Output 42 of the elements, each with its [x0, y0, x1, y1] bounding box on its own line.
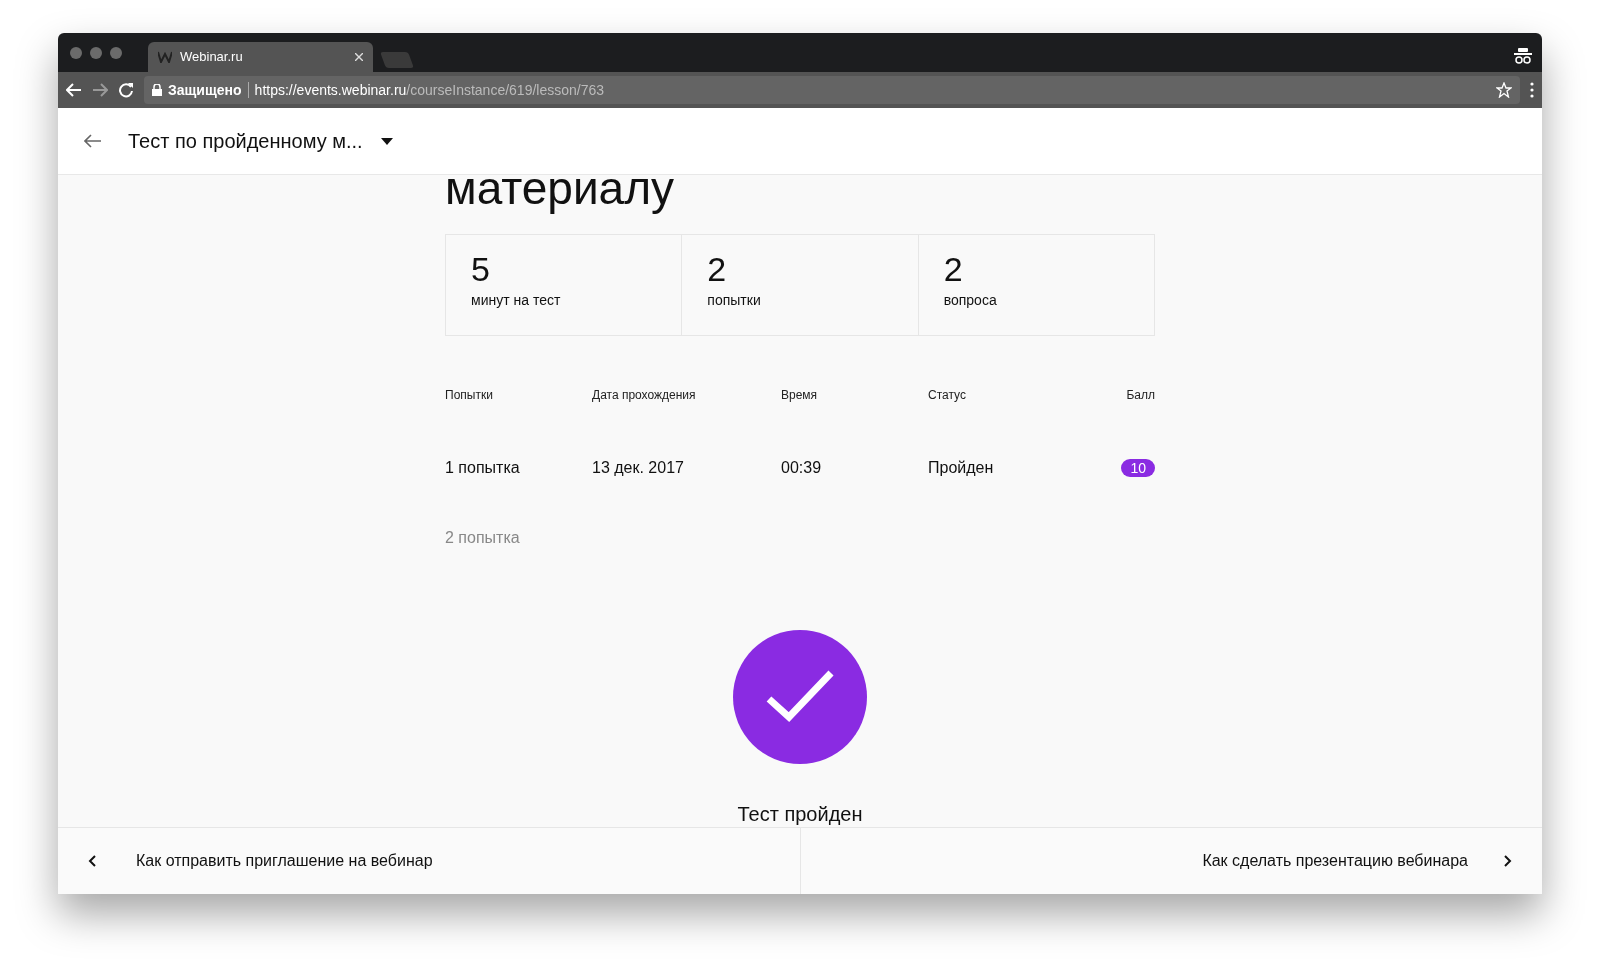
back-arrow-icon[interactable]: [84, 134, 102, 148]
browser-tab[interactable]: Webinar.ru: [148, 42, 373, 72]
back-icon[interactable]: [66, 83, 82, 97]
window-control-icon[interactable]: [70, 46, 82, 59]
column-header: Статус: [928, 388, 966, 403]
incognito-icon: [1514, 48, 1532, 64]
stat-value: 5: [471, 249, 491, 290]
table-cell: Пройден: [928, 459, 994, 477]
page-title: материалу: [445, 175, 676, 216]
stat-label: вопроса: [943, 291, 998, 310]
site-icon: [158, 51, 172, 63]
forward-icon[interactable]: [92, 83, 108, 97]
stat-label: попытки: [707, 291, 762, 310]
column-header: Балл: [1126, 388, 1155, 403]
security-label: Защищено: [168, 80, 242, 100]
table-cell: 2 попытка: [445, 529, 520, 547]
window-control-icon[interactable]: [110, 46, 122, 59]
window-control-icon[interactable]: [90, 46, 102, 59]
stat-value: 2: [707, 249, 728, 290]
reload-icon[interactable]: [118, 82, 134, 98]
dropdown-caret-icon[interactable]: [380, 137, 393, 145]
lesson-title[interactable]: Тест по пройденному м...: [128, 126, 363, 156]
stat-value: 2: [943, 249, 964, 290]
star-icon[interactable]: [1496, 82, 1512, 98]
stat-label: минут на тест: [471, 291, 562, 310]
prev-lesson-link[interactable]: Как отправить приглашение на вебинар: [88, 849, 433, 873]
chevron-right-icon: [1504, 855, 1512, 867]
table-cell: 00:39: [781, 459, 822, 477]
result-label: Тест пройден: [737, 802, 863, 827]
close-icon[interactable]: [355, 53, 363, 61]
column-header: Дата прохождения: [592, 388, 696, 403]
url-text: https://events.webinar.ru/courseInstance/619/lesson/763: [254, 80, 605, 100]
column-header: Попытки: [445, 388, 493, 403]
menu-icon[interactable]: [1530, 82, 1534, 98]
lock-icon: [152, 84, 162, 96]
table-cell: 1 попытка: [445, 459, 520, 477]
next-lesson-link[interactable]: Как сделать презентацию вебинара: [1202, 849, 1512, 873]
score-badge: 10: [1121, 459, 1155, 478]
chevron-left-icon: [88, 855, 96, 867]
address-bar[interactable]: Защищено https://events.webinar.ru/courseInstance/619/lesson/763: [144, 76, 1520, 104]
table-cell: 13 дек. 2017: [592, 459, 684, 477]
column-header: Время: [781, 388, 818, 403]
